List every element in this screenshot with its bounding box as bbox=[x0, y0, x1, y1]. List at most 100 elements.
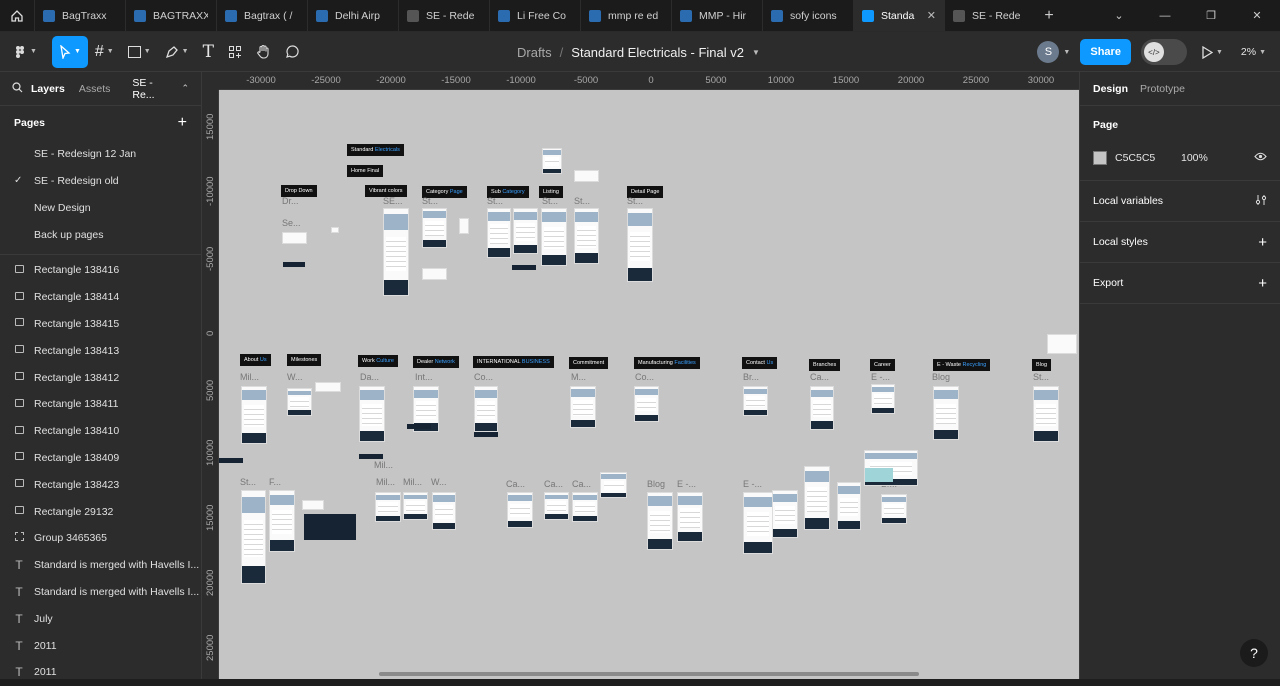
frame-name[interactable]: Mil... bbox=[374, 460, 393, 470]
layer-item[interactable]: Group 3465365 bbox=[0, 525, 201, 552]
add-style-icon[interactable]: + bbox=[1258, 234, 1267, 251]
hand-tool-button[interactable] bbox=[249, 36, 278, 68]
browser-tab[interactable]: mmp re ed bbox=[580, 0, 671, 31]
page-frame-thumbnail[interactable] bbox=[677, 492, 703, 542]
canvas-element[interactable] bbox=[865, 468, 893, 482]
horizontal-scrollbar[interactable] bbox=[379, 672, 919, 676]
present-button[interactable]: ▼ bbox=[1197, 36, 1227, 68]
tab-assets[interactable]: Assets bbox=[79, 83, 111, 95]
browser-tab[interactable]: BagTraxx bbox=[34, 0, 125, 31]
layer-item[interactable]: Rectangle 138409 bbox=[0, 445, 201, 472]
frame-name[interactable]: Ca... bbox=[544, 479, 563, 489]
layer-item[interactable]: Rectangle 138413 bbox=[0, 337, 201, 364]
multiplayer-avatars[interactable]: S ▼ bbox=[1037, 41, 1070, 63]
page-frame-thumbnail[interactable] bbox=[544, 492, 569, 520]
page-frame-thumbnail[interactable] bbox=[474, 386, 498, 432]
dev-mode-toggle[interactable]: </> bbox=[1140, 39, 1187, 65]
page-frame-thumbnail[interactable] bbox=[804, 466, 830, 530]
page-frame-thumbnail[interactable] bbox=[627, 208, 653, 282]
page-frame-thumbnail[interactable] bbox=[542, 148, 562, 174]
page-frame-thumbnail[interactable] bbox=[241, 490, 266, 584]
page-frame-thumbnail[interactable] bbox=[541, 208, 567, 266]
shape-tool-button[interactable]: ▼ bbox=[121, 36, 158, 68]
layer-item[interactable]: Rectangle 138416 bbox=[0, 257, 201, 284]
frame-name[interactable]: St... bbox=[542, 196, 558, 206]
frame-name[interactable]: Da... bbox=[360, 372, 379, 382]
layer-item[interactable]: T 2011 bbox=[0, 632, 201, 659]
tab-prototype[interactable]: Prototype bbox=[1140, 83, 1185, 95]
frame-name[interactable]: Ca... bbox=[572, 479, 591, 489]
browser-tab[interactable]: Bagtrax ( / bbox=[216, 0, 307, 31]
move-tool-button[interactable]: ▼ bbox=[51, 35, 88, 68]
frame-name[interactable]: W... bbox=[287, 372, 303, 382]
browser-tab[interactable]: SE - Rede bbox=[944, 0, 1035, 31]
page-frame-thumbnail[interactable] bbox=[507, 492, 533, 528]
page-frame-thumbnail[interactable] bbox=[331, 227, 339, 233]
page-frame-thumbnail[interactable] bbox=[1033, 386, 1059, 442]
page-frame-thumbnail[interactable] bbox=[487, 208, 511, 258]
close-icon[interactable]: ✕ bbox=[1234, 0, 1280, 31]
page-frame-thumbnail[interactable] bbox=[574, 208, 599, 264]
page-frame-thumbnail[interactable] bbox=[1047, 334, 1077, 354]
frame-name[interactable]: St... bbox=[422, 196, 438, 206]
layer-item[interactable]: T 2011 bbox=[0, 659, 201, 686]
frame-name[interactable]: Dr... bbox=[282, 196, 299, 206]
page-frame-thumbnail[interactable] bbox=[570, 386, 596, 428]
page-frame-thumbnail[interactable] bbox=[513, 208, 538, 254]
page-frame-thumbnail[interactable] bbox=[743, 386, 768, 416]
frame-name[interactable]: Br... bbox=[743, 372, 759, 382]
pen-tool-button[interactable]: ▼ bbox=[158, 36, 196, 68]
browser-tab[interactable]: MMP - Hir bbox=[671, 0, 762, 31]
section-label[interactable]: Milestones bbox=[287, 354, 322, 366]
section-label[interactable]: Home Final bbox=[347, 165, 384, 177]
avatar[interactable]: S bbox=[1037, 41, 1060, 63]
canvas-element[interactable] bbox=[474, 432, 498, 437]
frame-name[interactable]: Co... bbox=[474, 372, 493, 382]
section-label[interactable]: Standard Electricals bbox=[347, 144, 404, 156]
layer-item[interactable]: Rectangle 29132 bbox=[0, 498, 201, 525]
frame-name[interactable]: Blog bbox=[647, 479, 665, 489]
page-frame-thumbnail[interactable] bbox=[459, 218, 469, 234]
close-tab-icon[interactable]: ✕ bbox=[927, 9, 936, 22]
browser-tab[interactable]: Delhi Airp bbox=[307, 0, 398, 31]
share-button[interactable]: Share bbox=[1080, 39, 1131, 65]
section-label[interactable]: Branches bbox=[809, 359, 841, 371]
page-frame-thumbnail[interactable] bbox=[572, 492, 598, 522]
tab-design[interactable]: Design bbox=[1093, 83, 1128, 95]
main-menu-button[interactable]: ▼ bbox=[6, 36, 44, 68]
page-frame-thumbnail[interactable] bbox=[269, 490, 295, 552]
page-color-swatch[interactable] bbox=[1093, 151, 1107, 165]
frame-name[interactable]: E -... bbox=[871, 372, 890, 382]
page-frame-thumbnail[interactable] bbox=[241, 386, 267, 444]
page-frame-thumbnail[interactable] bbox=[287, 388, 312, 416]
canvas-element[interactable] bbox=[304, 514, 356, 540]
page-color-row[interactable]: C5C5C5 100% bbox=[1093, 144, 1267, 172]
page-frame-thumbnail[interactable] bbox=[359, 386, 385, 442]
chevron-up-icon[interactable]: ⌃ bbox=[181, 83, 189, 94]
sliders-icon[interactable] bbox=[1255, 194, 1267, 209]
section-label[interactable]: About Us bbox=[240, 354, 271, 366]
chevron-down-icon[interactable]: ⌄ bbox=[1096, 0, 1142, 31]
page-frame-thumbnail[interactable] bbox=[837, 482, 861, 530]
frame-name[interactable]: Se... bbox=[282, 218, 301, 228]
frame-name[interactable]: W... bbox=[431, 477, 447, 487]
page-frame-thumbnail[interactable] bbox=[647, 492, 673, 550]
page-frame-thumbnail[interactable] bbox=[315, 382, 341, 392]
frame-name[interactable]: Mil... bbox=[403, 477, 422, 487]
canvas-area[interactable]: -30000 -25000 -20000 -15000 -10000 -5000 0 5000… bbox=[202, 72, 1079, 679]
canvas-element[interactable] bbox=[359, 454, 383, 459]
frame-name[interactable]: E -... bbox=[677, 479, 696, 489]
browser-tab[interactable]: sofy icons bbox=[762, 0, 853, 31]
layer-item[interactable]: T Standard is merged with Havells I... bbox=[0, 552, 201, 579]
page-frame-thumbnail[interactable] bbox=[743, 492, 773, 554]
frame-name[interactable]: St... bbox=[487, 196, 503, 206]
layer-item[interactable]: Rectangle 138411 bbox=[0, 391, 201, 418]
page-frame-thumbnail[interactable] bbox=[574, 170, 599, 182]
frame-name[interactable]: St... bbox=[627, 196, 643, 206]
frame-name[interactable]: Co... bbox=[635, 372, 654, 382]
page-frame-thumbnail[interactable] bbox=[810, 386, 834, 430]
eye-icon[interactable] bbox=[1254, 152, 1267, 164]
file-name[interactable]: Standard Electricals - Final v2 bbox=[571, 45, 744, 60]
section-label[interactable]: Blog bbox=[1032, 359, 1052, 371]
section-label[interactable]: INTERNATIONAL BUSINESS bbox=[473, 356, 554, 368]
